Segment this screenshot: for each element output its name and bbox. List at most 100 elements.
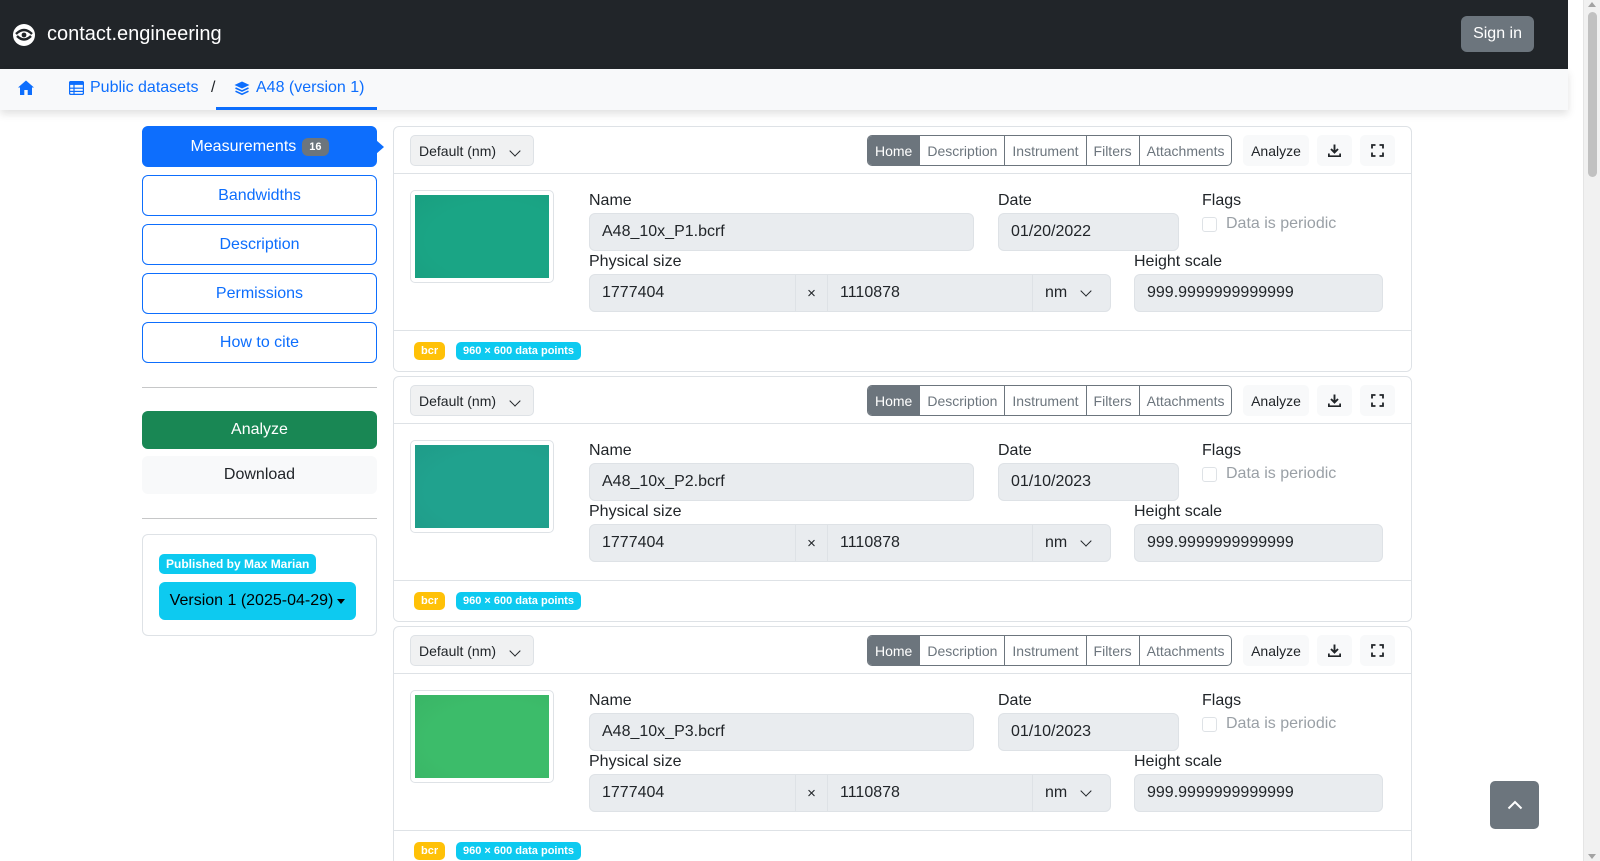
tab-filters[interactable]: Filters [1085,136,1139,165]
flags-label: Flags [1202,442,1242,459]
tab-home[interactable]: Home [868,136,920,165]
unit-select[interactable]: Default (nm) [410,135,535,166]
name-field[interactable]: A48_10x_P2.bcrf [589,463,974,501]
size-x-field[interactable]: 1777404 [589,524,796,562]
sidebar-item-bandwidths[interactable]: Bandwidths [142,175,377,216]
size-unit-select[interactable]: nm [1032,274,1111,312]
measurement-thumbnail[interactable] [410,690,554,783]
analyze-button[interactable]: Analyze [142,411,377,449]
tab-filters[interactable]: Filters [1085,386,1139,415]
name-field[interactable]: A48_10x_P3.bcrf [589,713,974,751]
height-scale-label: Height scale [1134,503,1223,520]
height-scale-field[interactable]: 999.9999999999999 [1134,524,1383,562]
page-scrollbar[interactable] [1583,0,1600,861]
date-label: Date [998,442,1032,459]
date-field[interactable]: 01/10/2023 [998,463,1179,501]
card-download-button[interactable] [1317,135,1352,166]
tab-home[interactable]: Home [868,386,920,415]
card-analyze-button[interactable]: Analyze [1243,635,1309,666]
size-unit-select[interactable]: nm [1032,774,1111,812]
chevron-down-icon [509,395,521,407]
published-by-badge: Published by Max Marian [159,554,317,574]
height-scale-field[interactable]: 999.9999999999999 [1134,774,1383,812]
periodic-label: Data is periodic [1226,215,1337,232]
sidebar-item-measurements[interactable]: Measurements 16 [142,126,384,167]
sidebar-item-description[interactable]: Description [142,224,377,265]
height-scale-field[interactable]: 999.9999999999999 [1134,274,1383,312]
name-label: Name [589,442,632,459]
version-dropdown[interactable]: Version 1 (2025-04-29) [159,582,356,620]
thumbnail-image [415,445,549,528]
chevron-down-icon [1080,535,1092,547]
tab-instrument[interactable]: Instrument [1004,636,1085,665]
measurement-thumbnail[interactable] [410,440,554,533]
scroll-down-arrow-icon[interactable] [1588,854,1596,859]
breadcrumb-dataset[interactable]: A48 (version 1) [234,79,365,97]
card-tabs: Home Description Instrument Filters Atta… [867,635,1233,666]
size-unit-value: nm [1045,284,1068,301]
measurement-thumbnail[interactable] [410,190,554,283]
measurements-count-badge: 16 [302,137,329,156]
tab-description[interactable]: Description [919,386,1004,415]
tab-filters[interactable]: Filters [1085,636,1139,665]
card-header: Default (nm) Home Description Instrument… [394,627,1411,674]
layers-icon [234,81,250,95]
periodic-label: Data is periodic [1226,715,1337,732]
publication-card: Published by Max Marian Version 1 (2025-… [142,534,377,636]
card-fullscreen-button[interactable] [1360,635,1395,666]
tab-instrument[interactable]: Instrument [1004,386,1085,415]
tab-home[interactable]: Home [868,636,920,665]
size-x-field[interactable]: 1777404 [589,274,796,312]
sidebar-item-how-to-cite[interactable]: How to cite [142,322,377,363]
card-download-button[interactable] [1317,385,1352,416]
card-fullscreen-button[interactable] [1360,385,1395,416]
unit-select[interactable]: Default (nm) [410,635,535,666]
scrollbar-thumb[interactable] [1588,12,1597,177]
download-button[interactable]: Download [142,456,377,494]
tab-description[interactable]: Description [919,136,1004,165]
card-download-button[interactable] [1317,635,1352,666]
brand-name: contact.engineering [47,23,222,45]
back-to-top-button[interactable] [1490,781,1539,829]
breadcrumb-separator: / [211,79,216,96]
brand-link[interactable]: contact.engineering [12,23,222,47]
size-x-field[interactable]: 1777404 [589,774,796,812]
tab-attachments[interactable]: Attachments [1138,136,1232,165]
home-icon[interactable] [17,79,35,97]
size-y-field[interactable]: 1110878 [827,524,1033,562]
card-tabs: Home Description Instrument Filters Atta… [867,135,1233,166]
physical-size-label: Physical size [589,253,682,270]
chevron-down-icon [509,645,521,657]
date-label: Date [998,692,1032,709]
sign-in-button[interactable]: Sign in [1461,16,1534,52]
tab-attachments[interactable]: Attachments [1138,636,1232,665]
expand-icon [1371,394,1384,407]
size-y-field[interactable]: 1110878 [827,774,1033,812]
scroll-up-arrow-icon[interactable] [1588,2,1596,7]
name-label: Name [589,192,632,209]
card-analyze-button[interactable]: Analyze [1243,135,1309,166]
breadcrumb-public-datasets[interactable]: Public datasets [69,79,199,97]
size-unit-value: nm [1045,534,1068,551]
periodic-checkbox[interactable] [1202,467,1217,482]
unit-select[interactable]: Default (nm) [410,385,535,416]
card-analyze-button[interactable]: Analyze [1243,385,1309,416]
date-field[interactable]: 01/20/2022 [998,213,1179,251]
periodic-checkbox[interactable] [1202,717,1217,732]
breadcrumb-dataset-label: A48 (version 1) [256,79,365,96]
tab-attachments[interactable]: Attachments [1138,386,1232,415]
name-field[interactable]: A48_10x_P1.bcrf [589,213,974,251]
periodic-checkbox[interactable] [1202,217,1217,232]
sidebar-item-permissions[interactable]: Permissions [142,273,377,314]
tab-description[interactable]: Description [919,636,1004,665]
card-fullscreen-button[interactable] [1360,135,1395,166]
size-unit-select[interactable]: nm [1032,524,1111,562]
format-badge: bcr [414,592,446,610]
tab-instrument[interactable]: Instrument [1004,136,1085,165]
expand-icon [1371,644,1384,657]
date-field[interactable]: 01/10/2023 [998,713,1179,751]
version-label: Version 1 (2025-04-29) [169,592,334,609]
card-footer: bcr 960 × 600 data points [394,831,1411,861]
breadcrumb: Public datasets / A48 (version 1) [0,69,1568,110]
size-y-field[interactable]: 1110878 [827,274,1033,312]
